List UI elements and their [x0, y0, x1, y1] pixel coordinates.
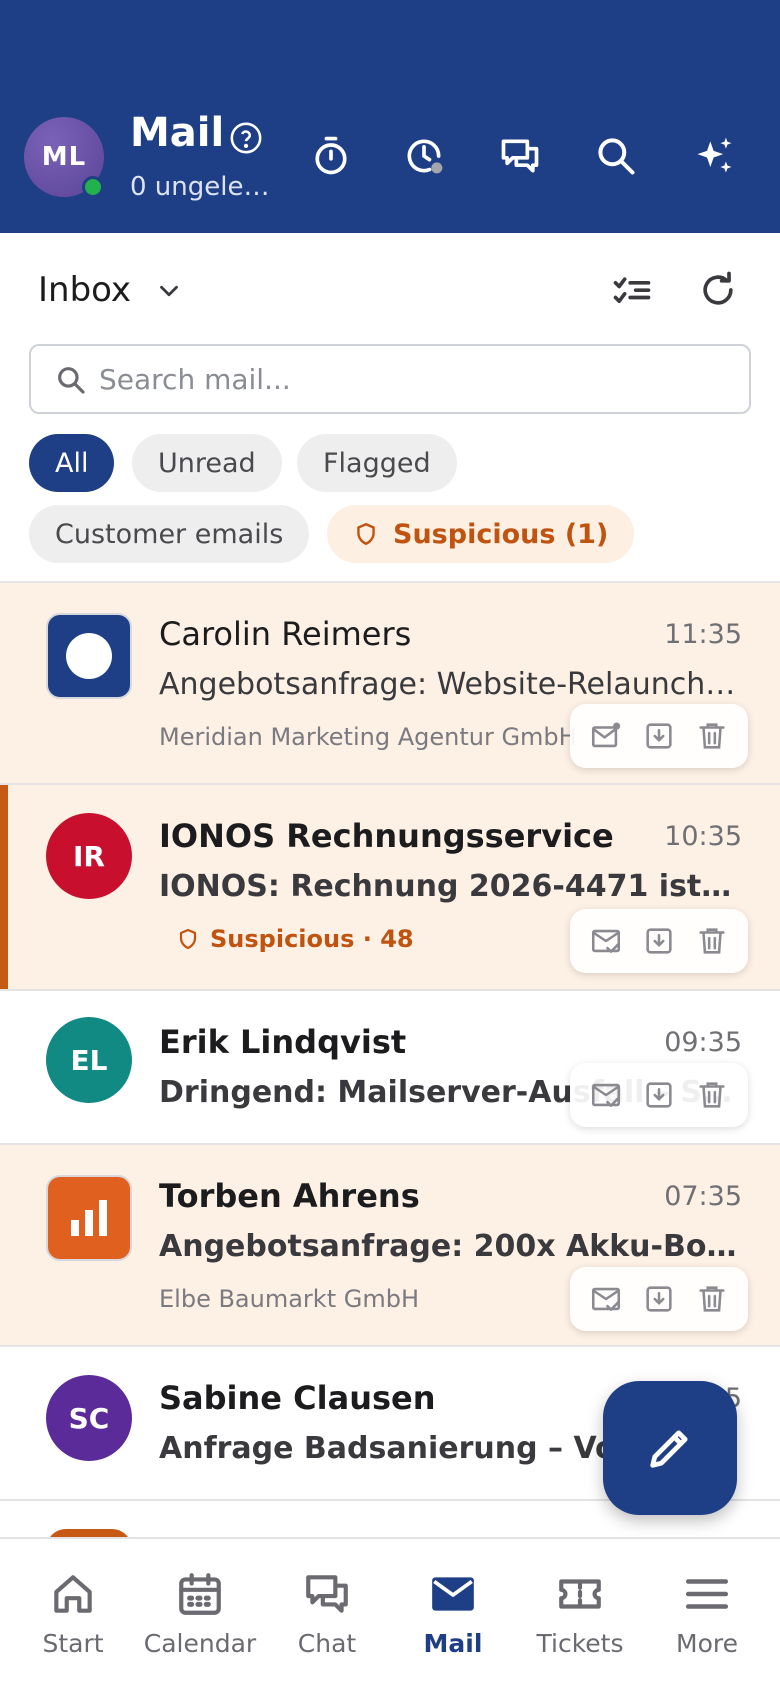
archive-icon[interactable] — [642, 924, 676, 958]
nav-chat[interactable]: Chat — [267, 1569, 387, 1658]
chevron-down-icon[interactable] — [154, 276, 184, 306]
mark-read-icon[interactable] — [589, 1078, 623, 1112]
mail-sender: Sabine Clausen — [159, 1379, 436, 1417]
help-icon[interactable] — [229, 121, 263, 155]
mail-sender: Torben Ahrens — [159, 1177, 420, 1215]
row-actions — [570, 909, 748, 973]
mark-read-icon[interactable] — [589, 1282, 623, 1316]
filter-suspicious[interactable]: Suspicious (1) — [327, 505, 635, 563]
pencil-icon — [650, 1430, 688, 1468]
online-status-dot — [82, 176, 104, 198]
avatar: SC — [46, 1375, 132, 1461]
archive-icon[interactable] — [642, 1282, 676, 1316]
app-header: ML Mail 0 ungelesen — [0, 0, 780, 233]
nav-mail[interactable]: Mail — [393, 1569, 513, 1658]
mail-row[interactable]: IR IONOS Rechnungsservice 10:35 IONOS: R… — [0, 785, 780, 991]
nav-start[interactable]: Start — [13, 1569, 133, 1658]
mail-subject: Angebotsanfrage: 200x Akku-Bohrschrauber — [159, 1229, 739, 1264]
mail-sender: Erik Lindqvist — [159, 1023, 407, 1061]
archive-icon[interactable] — [642, 719, 676, 753]
mail-subject: IONOS: Rechnung 2026-4471 ist noch offen — [159, 869, 739, 904]
logo-mark — [66, 633, 112, 679]
avatar-initials: SC — [68, 1401, 110, 1435]
shield-icon — [179, 928, 197, 950]
nav-label: Calendar — [143, 1629, 257, 1658]
mail-time: 09:35 — [664, 1027, 742, 1058]
suspicious-badge-label: Suspicious · 48 — [210, 925, 414, 953]
mark-unread-icon[interactable] — [589, 719, 623, 753]
search-field[interactable] — [29, 344, 751, 414]
mail-time: 10:35 — [664, 821, 742, 852]
nav-label: Mail — [423, 1629, 483, 1658]
avatar-initials: IR — [73, 839, 105, 873]
suspicious-accent-bar — [0, 785, 8, 989]
unread-count-subtitle: 0 ungelesen — [130, 172, 280, 202]
trash-icon[interactable] — [695, 924, 729, 958]
avatar-initials: EL — [70, 1043, 108, 1077]
search-button[interactable] — [592, 132, 640, 180]
mail-row[interactable]: Carolin Reimers 11:35 Angebotsanfrage: W… — [0, 583, 780, 785]
nav-label: Start — [42, 1629, 104, 1658]
chat-icon — [501, 139, 539, 173]
mail-row[interactable]: EL Erik Lindqvist 09:35 Dringend: Mailse… — [0, 991, 780, 1145]
page-title: Mail — [130, 110, 225, 156]
mail-row[interactable]: Torben Ahrens 07:35 Angebotsanfrage: 200… — [0, 1145, 780, 1347]
row-actions — [570, 1063, 748, 1127]
mail-preview: Meridian Marketing Agentur GmbH — [159, 723, 577, 751]
avatar: IR — [46, 813, 132, 899]
nav-label: Tickets — [536, 1629, 624, 1658]
mail-time: 07:35 — [664, 1181, 742, 1212]
company-logo — [46, 1175, 132, 1261]
trash-icon[interactable] — [695, 1282, 729, 1316]
nav-label: Chat — [297, 1629, 357, 1658]
folder-title[interactable]: Inbox — [38, 270, 131, 310]
avatar: EL — [46, 1017, 132, 1103]
company-logo — [46, 613, 132, 699]
chat-icon — [306, 1575, 348, 1613]
ticket-icon — [559, 1579, 601, 1609]
timer-button[interactable] — [307, 132, 355, 180]
sparkle-icon — [697, 137, 732, 173]
menu-icon — [685, 1579, 729, 1609]
filter-suspicious-label: Suspicious (1) — [393, 518, 609, 550]
refresh-icon[interactable] — [696, 268, 740, 312]
mail-preview: Elbe Baumarkt GmbH — [159, 1285, 419, 1313]
search-icon — [598, 138, 635, 175]
calendar-icon — [179, 1573, 221, 1615]
nav-label: More — [676, 1629, 738, 1658]
mail-sender: IONOS Rechnungsservice — [159, 817, 614, 855]
filter-flagged[interactable]: Flagged — [297, 434, 457, 492]
bar-chart-icon — [71, 1200, 107, 1236]
archive-icon[interactable] — [642, 1078, 676, 1112]
mark-read-icon[interactable] — [589, 924, 623, 958]
shield-icon — [357, 523, 375, 545]
trash-icon[interactable] — [695, 719, 729, 753]
nav-more[interactable]: More — [647, 1569, 767, 1658]
suspicious-badge: Suspicious · 48 — [176, 925, 414, 953]
mail-subject: Angebotsanfrage: Website-Relaunch inkl. … — [159, 667, 739, 702]
timer-icon — [315, 136, 347, 175]
multi-select-icon[interactable] — [610, 270, 654, 314]
row-actions — [570, 704, 748, 768]
filter-unread[interactable]: Unread — [132, 434, 282, 492]
search-icon — [58, 367, 85, 394]
mail-time: 11:35 — [664, 619, 742, 650]
bottom-navigation: Start Calendar Chat Mail Tickets More — [0, 1537, 780, 1687]
row-actions — [570, 1267, 748, 1331]
history-icon — [407, 139, 443, 174]
user-initials: ML — [41, 142, 87, 172]
history-button[interactable] — [400, 132, 448, 180]
filter-customer-emails[interactable]: Customer emails — [29, 505, 310, 563]
nav-tickets[interactable]: Tickets — [520, 1569, 640, 1658]
messages-button[interactable] — [496, 132, 544, 180]
nav-calendar[interactable]: Calendar — [140, 1569, 260, 1658]
ai-assistant-button[interactable] — [690, 132, 738, 180]
trash-icon[interactable] — [695, 1078, 729, 1112]
mail-sender: Carolin Reimers — [159, 615, 412, 653]
search-input[interactable] — [99, 356, 719, 402]
filter-all[interactable]: All — [29, 434, 115, 492]
home-icon — [54, 1575, 92, 1613]
compose-button[interactable] — [603, 1381, 737, 1515]
mail-icon — [432, 1577, 474, 1611]
